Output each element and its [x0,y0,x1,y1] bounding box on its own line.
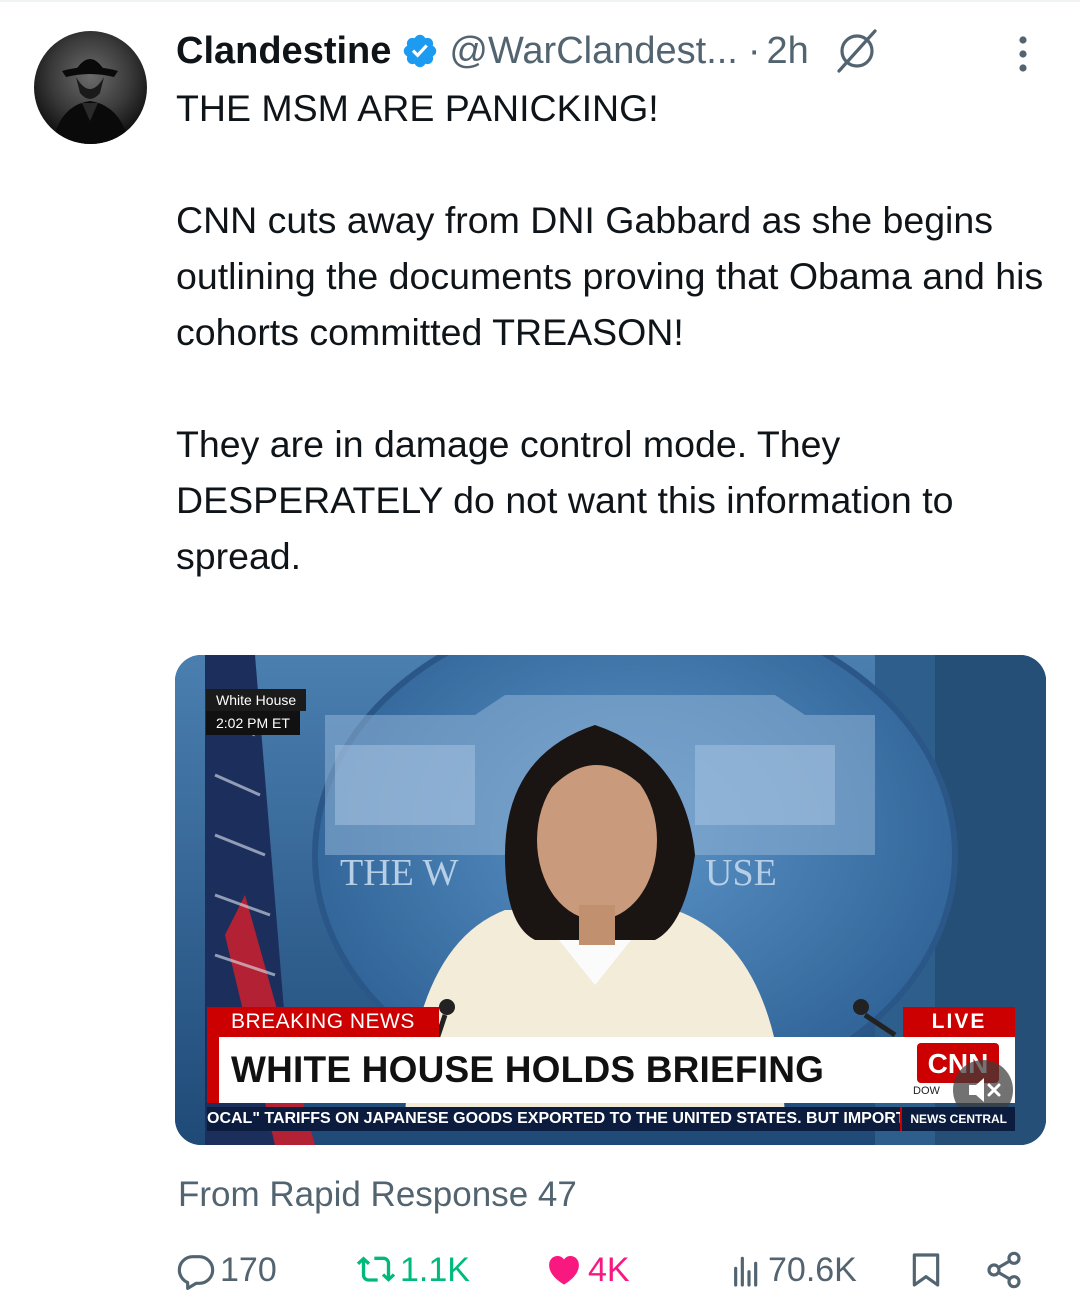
live-label: LIVE [903,1007,1015,1037]
views-button[interactable]: 70.6K [724,1245,857,1295]
like-count: 4K [588,1250,630,1289]
bookmark-icon [912,1253,940,1287]
reply-button[interactable]: 170 [176,1245,277,1295]
breaking-news-label: BREAKING NEWS [207,1007,439,1037]
share-button[interactable] [984,1245,1028,1295]
tweet-actions: 170 1.1K 4K 70.6K [176,1245,1036,1295]
heart-icon [549,1256,579,1285]
verified-badge-icon[interactable] [401,32,439,70]
avatar-image [52,59,130,144]
news-central-label: NEWS CENTRAL [900,1107,1015,1131]
bookmark-button[interactable] [906,1245,950,1295]
reply-count: 170 [220,1250,277,1289]
media-source-link[interactable]: From Rapid Response 47 [178,1175,577,1215]
more-options-icon[interactable] [1010,32,1036,76]
tweet-header: Clandestine @WarClandest... · 2h [176,26,1036,76]
view-count: 70.6K [768,1250,857,1289]
video-media[interactable]: THE W USE White House 2:02 PM ET BREAKIN… [175,655,1046,1145]
avatar[interactable] [34,31,147,144]
dow-label: DOW [913,1085,940,1097]
author-handle[interactable]: @WarClandest... [449,30,737,73]
repost-button[interactable]: 1.1K [356,1245,470,1295]
timestamp[interactable]: 2h [767,30,809,73]
news-ticker: OCAL" TARIFFS ON JAPANESE GOODS EXPORTED… [207,1107,1015,1131]
location-tag: White House [206,689,307,711]
share-icon [987,1251,1021,1289]
repost-count: 1.1K [400,1250,470,1289]
top-divider [0,0,1080,2]
author-name[interactable]: Clandestine [176,30,391,73]
repost-icon [356,1256,396,1282]
backdrop-text-left: THE W [340,852,459,894]
tweet-text: THE MSM ARE PANICKING! CNN cuts away fro… [176,87,1044,577]
ticker-text: OCAL" TARIFFS ON JAPANESE GOODS EXPORTED… [207,1110,906,1127]
chyron-headline: WHITE HOUSE HOLDS BRIEFING [231,1049,825,1090]
separator-dot: · [747,29,761,72]
grok-icon[interactable] [833,27,881,75]
backdrop-text-right: USE [705,852,777,894]
like-button[interactable]: 4K [544,1245,630,1295]
reply-icon [177,1255,215,1290]
views-icon [734,1256,758,1287]
time-tag: 2:02 PM ET [206,711,300,735]
